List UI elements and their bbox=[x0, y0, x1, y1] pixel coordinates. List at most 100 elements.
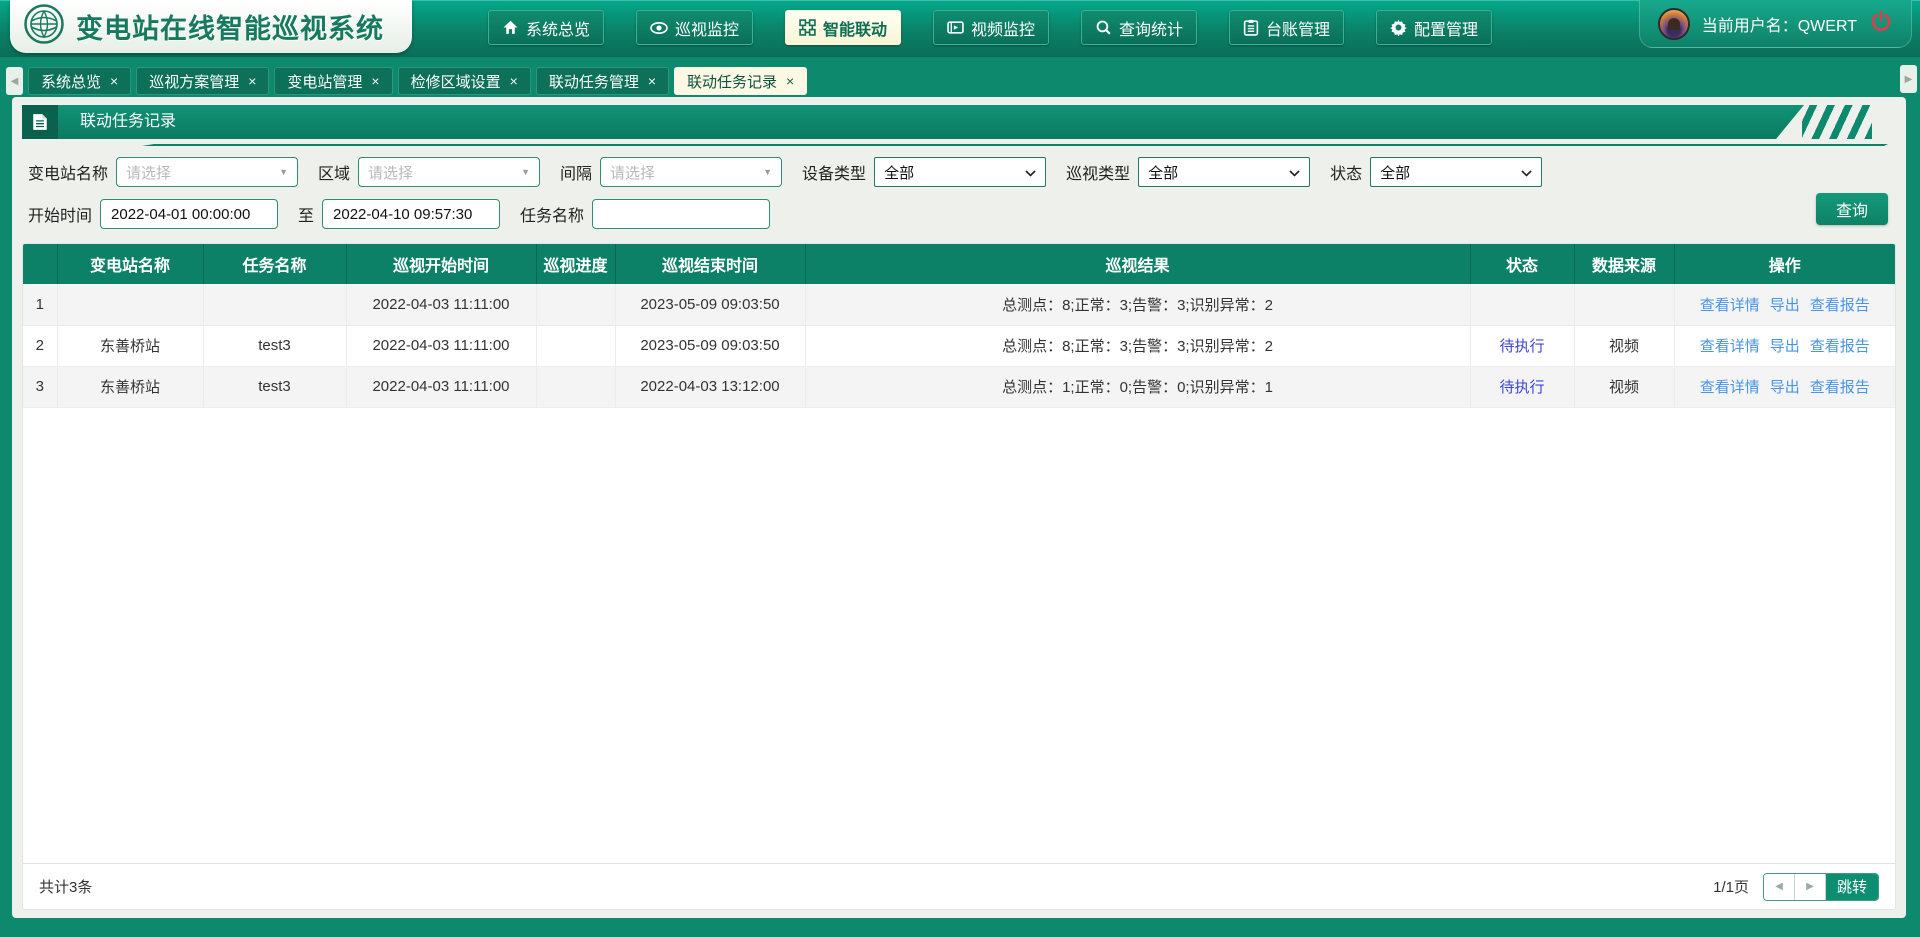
view-report-link[interactable]: 查看报告 bbox=[1810, 297, 1870, 314]
nav-item-video-monitor[interactable]: 视频监控 bbox=[933, 10, 1049, 45]
cell-progress bbox=[536, 325, 615, 366]
task-name-input[interactable] bbox=[592, 199, 770, 229]
col-task: 任务名称 bbox=[203, 244, 346, 284]
nav-item-label: 视频监控 bbox=[971, 16, 1035, 40]
patrol-type-select[interactable]: 全部 bbox=[1138, 157, 1310, 187]
nav-item-ledger-mgmt[interactable]: 台账管理 bbox=[1229, 10, 1344, 45]
chevron-down-icon bbox=[1521, 164, 1532, 181]
view-detail-link[interactable]: 查看详情 bbox=[1700, 338, 1760, 355]
prev-page-button[interactable]: ◀ bbox=[1764, 874, 1795, 900]
nav-item-label: 配置管理 bbox=[1414, 16, 1478, 40]
search-button[interactable]: 查询 bbox=[1816, 193, 1888, 225]
col-end-time: 巡视结束时间 bbox=[615, 244, 805, 284]
start-time-input[interactable] bbox=[100, 199, 278, 229]
content-panel: 联动任务记录 变电站名称 请选择 ▼ 区域 请选择 ▼ 间隔 请选择 ▼ 设备类… bbox=[12, 97, 1906, 918]
view-report-link[interactable]: 查看报告 bbox=[1810, 338, 1870, 355]
cell-status bbox=[1470, 284, 1574, 325]
cell-task bbox=[203, 284, 346, 325]
gear-icon bbox=[1390, 19, 1407, 36]
task-record-table: 变电站名称 任务名称 巡视开始时间 巡视进度 巡视结束时间 巡视结果 状态 数据… bbox=[23, 244, 1895, 408]
tab-label: 变电站管理 bbox=[287, 71, 362, 92]
nav-item-query-stats[interactable]: 查询统计 bbox=[1081, 10, 1197, 45]
col-substation: 变电站名称 bbox=[57, 244, 203, 284]
close-icon[interactable]: × bbox=[786, 74, 794, 88]
main-nav: 系统总览 巡视监控 智能联动 视频监控 查询统计 台账管理 配置管理 bbox=[400, 0, 1580, 55]
page-title-bar: 联动任务记录 bbox=[22, 105, 1896, 139]
export-link[interactable]: 导出 bbox=[1770, 338, 1800, 355]
pager-group: ◀ ▶ 跳转 bbox=[1763, 873, 1879, 901]
arrow-right-icon: ▶ bbox=[1806, 881, 1814, 892]
cell-start-time: 2022-04-03 11:11:00 bbox=[346, 366, 536, 407]
table-header-row: 变电站名称 任务名称 巡视开始时间 巡视进度 巡视结束时间 巡视结果 状态 数据… bbox=[23, 244, 1895, 284]
nav-item-patrol-monitor[interactable]: 巡视监控 bbox=[636, 10, 753, 45]
end-time-input[interactable] bbox=[322, 199, 500, 229]
jump-button[interactable]: 跳转 bbox=[1826, 874, 1878, 900]
cell-status: 待执行 bbox=[1470, 325, 1574, 366]
device-type-select[interactable]: 全部 bbox=[874, 157, 1046, 187]
avatar[interactable] bbox=[1658, 8, 1690, 40]
tab-scroll-left-icon[interactable]: ◀ bbox=[6, 67, 23, 95]
cell-status: 待执行 bbox=[1470, 366, 1574, 407]
logout-power-icon[interactable] bbox=[1869, 9, 1893, 38]
close-icon[interactable]: × bbox=[371, 74, 379, 88]
cell-index: 1 bbox=[23, 284, 57, 325]
col-index bbox=[23, 244, 57, 284]
tab-system-overview[interactable]: 系统总览 × bbox=[28, 67, 131, 95]
substation-select[interactable]: 请选择 ▼ bbox=[116, 157, 298, 187]
tab-scroll-right-icon[interactable]: ▶ bbox=[1900, 65, 1917, 93]
view-detail-link[interactable]: 查看详情 bbox=[1700, 379, 1760, 396]
cell-task: test3 bbox=[203, 366, 346, 407]
state-grid-logo-icon bbox=[24, 4, 64, 49]
tab-linkage-task-record[interactable]: 联动任务记录 × bbox=[674, 67, 807, 95]
export-link[interactable]: 导出 bbox=[1770, 379, 1800, 396]
col-status: 状态 bbox=[1470, 244, 1574, 284]
top-bar: 变电站在线智能巡视系统 系统总览 巡视监控 智能联动 视频监控 查询统计 台账管… bbox=[0, 0, 1920, 57]
nav-item-config-mgmt[interactable]: 配置管理 bbox=[1376, 10, 1492, 45]
page-title: 联动任务记录 bbox=[80, 105, 1896, 139]
nav-item-label: 巡视监控 bbox=[675, 16, 739, 40]
close-icon[interactable]: × bbox=[248, 74, 256, 88]
col-progress: 巡视进度 bbox=[536, 244, 615, 284]
tab-label: 联动任务记录 bbox=[687, 71, 777, 92]
col-data-source: 数据来源 bbox=[1574, 244, 1674, 284]
export-link[interactable]: 导出 bbox=[1770, 297, 1800, 314]
status-select[interactable]: 全部 bbox=[1370, 157, 1542, 187]
tab-label: 检修区域设置 bbox=[411, 71, 501, 92]
filter-row-1: 变电站名称 请选择 ▼ 区域 请选择 ▼ 间隔 请选择 ▼ 设备类型 全部 巡视… bbox=[28, 157, 1890, 187]
filter-row-2: 开始时间 至 任务名称 bbox=[28, 199, 1890, 229]
cell-substation bbox=[57, 284, 203, 325]
cell-end-time: 2022-04-03 13:12:00 bbox=[615, 366, 805, 407]
nav-item-smart-linkage[interactable]: 智能联动 bbox=[785, 10, 901, 45]
view-detail-link[interactable]: 查看详情 bbox=[1700, 297, 1760, 314]
patrol-type-value: 全部 bbox=[1148, 162, 1178, 183]
tab-maintenance-area[interactable]: 检修区域设置 × bbox=[398, 67, 531, 95]
tab-linkage-task-mgmt[interactable]: 联动任务管理 × bbox=[536, 67, 669, 95]
close-icon[interactable]: × bbox=[110, 74, 118, 88]
area-select[interactable]: 请选择 ▼ bbox=[358, 157, 540, 187]
pagination: 1/1页 ◀ ▶ 跳转 bbox=[1713, 873, 1879, 901]
area-label: 区域 bbox=[318, 160, 350, 184]
caret-down-icon: ▼ bbox=[521, 167, 530, 177]
bay-select[interactable]: 请选择 ▼ bbox=[600, 157, 782, 187]
status-link[interactable]: 待执行 bbox=[1499, 338, 1544, 355]
cell-operations: 查看详情导出查看报告 bbox=[1674, 284, 1895, 325]
bay-select-value: 请选择 bbox=[610, 162, 655, 183]
next-page-button[interactable]: ▶ bbox=[1795, 874, 1826, 900]
tab-substation-mgmt[interactable]: 变电站管理 × bbox=[274, 67, 392, 95]
cell-result: 总测点：8;正常：3;告警：3;识别异常：2 bbox=[805, 325, 1470, 366]
cell-progress bbox=[536, 284, 615, 325]
to-label: 至 bbox=[298, 202, 314, 226]
close-icon[interactable]: × bbox=[510, 74, 518, 88]
view-report-link[interactable]: 查看报告 bbox=[1810, 379, 1870, 396]
status-link[interactable]: 待执行 bbox=[1499, 379, 1544, 396]
close-icon[interactable]: × bbox=[648, 74, 656, 88]
cell-result: 总测点：1;正常：0;告警：0;识别异常：1 bbox=[805, 366, 1470, 407]
user-box: 当前用户名：QWERT bbox=[1639, 0, 1912, 48]
status-value: 全部 bbox=[1380, 162, 1410, 183]
nav-item-system-overview[interactable]: 系统总览 bbox=[488, 10, 604, 45]
app-title: 变电站在线智能巡视系统 bbox=[76, 7, 384, 46]
cell-data-source: 视频 bbox=[1574, 366, 1674, 407]
substation-label: 变电站名称 bbox=[28, 160, 108, 184]
tab-patrol-plan-mgmt[interactable]: 巡视方案管理 × bbox=[136, 67, 269, 95]
home-icon bbox=[502, 19, 519, 36]
